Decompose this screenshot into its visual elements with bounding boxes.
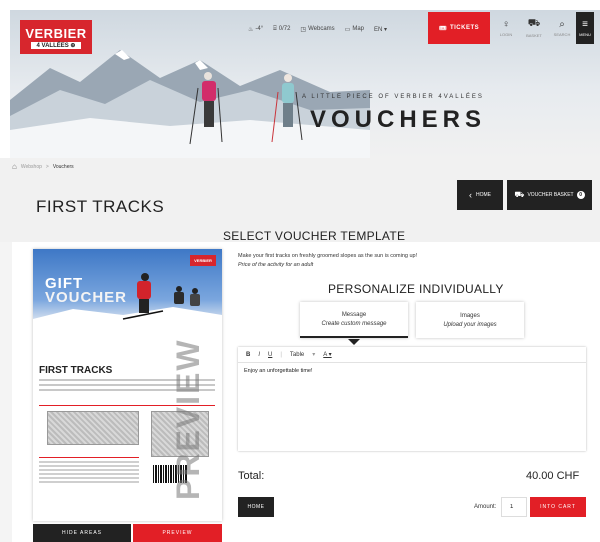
hero-title: VOUCHERS	[310, 106, 487, 133]
personalize-heading: PERSONALIZE INDIVIDUALLY	[328, 282, 504, 296]
tab-subtitle: Upload your images	[443, 321, 497, 328]
page-edge	[0, 242, 12, 542]
tab-title: Message	[341, 311, 367, 318]
chevron-left-icon: ‹	[469, 190, 472, 200]
voucher-description: Make your first tracks on freshly groome…	[238, 252, 417, 270]
breadcrumb: ⌂ Webshop > Vouchers	[12, 162, 74, 171]
skier-turquoise-illustration	[271, 74, 303, 143]
voucher-message-area[interactable]	[47, 411, 139, 445]
login-label: LOGIN	[499, 32, 513, 37]
language-selector[interactable]: EN ▾	[374, 26, 387, 33]
into-cart-button[interactable]: INTO CART	[530, 497, 586, 517]
voucher-basket-label: VOUCHER BASKET	[527, 192, 574, 198]
voucher-text: VOUCHER	[45, 289, 128, 306]
nav-map[interactable]: ▭ Map	[345, 26, 364, 33]
voucher-logo: VERBIER	[190, 255, 216, 266]
hamburger-icon: ≡	[582, 19, 588, 30]
basket-label: BASKET	[526, 33, 542, 38]
basket-button[interactable]: ⛟ BASKET	[520, 12, 548, 44]
message-text-area[interactable]: Enjoy an unforgettable time!	[238, 363, 586, 379]
tickets-label: TICKETS	[449, 25, 480, 31]
menu-button[interactable]: ≡ MENU	[576, 12, 594, 44]
ticket-icon: 🎟︎	[438, 25, 447, 32]
toolbar-separator: |	[280, 351, 282, 358]
logo-text: VERBIER	[25, 25, 87, 41]
editor-toolbar: B I U | Table ▾ A ▾	[238, 347, 586, 363]
breadcrumb-current: Vouchers	[52, 163, 74, 170]
voucher-product-name: FIRST TRACKS	[39, 365, 113, 376]
nav-label: Map	[352, 26, 365, 32]
thermometer-icon: ♨	[248, 26, 254, 33]
price-note: Price of the activity for an adult	[238, 262, 314, 268]
preview-button[interactable]: PREVIEW	[133, 524, 222, 542]
bold-button[interactable]: B	[246, 352, 250, 358]
underline-button[interactable]: U	[268, 352, 272, 358]
chevron-down-icon[interactable]: ▾	[312, 351, 315, 358]
verbier-logo[interactable]: VERBIER 4 VALLÉES ⊕	[20, 20, 92, 54]
tickets-button[interactable]: 🎟︎ TICKETS	[428, 12, 490, 44]
nav-label: 0/72	[278, 26, 291, 32]
breadcrumb-separator: >	[45, 163, 49, 170]
lift-icon: ⌸	[273, 25, 277, 32]
tab-images[interactable]: Images Upload your images	[416, 302, 524, 338]
amount-label: Amount:	[474, 504, 497, 510]
total-price: 40.00 CHF	[526, 470, 580, 482]
voucher-divider	[39, 457, 139, 458]
top-navigation: ♨ -4° ⌸ 0/72 ◳ Webcams ▭ Map EN ▾	[248, 14, 387, 44]
nav-label: -4°	[255, 26, 264, 32]
map-icon: ▭	[344, 26, 351, 33]
home-button-bottom[interactable]: HOME	[238, 497, 274, 517]
amount-input[interactable]	[501, 497, 527, 517]
italic-button[interactable]: I	[258, 352, 260, 358]
select-template-heading: SELECT VOUCHER TEMPLATE	[223, 229, 406, 243]
skier-pink-illustration	[189, 72, 223, 145]
search-button[interactable]: ⌕ SEARCH	[548, 12, 576, 44]
preview-watermark: PREVIEW	[170, 338, 206, 500]
home-icon[interactable]: ⌂	[12, 162, 17, 171]
active-tab-indicator	[348, 339, 360, 345]
menu-label: MENU	[579, 32, 591, 37]
user-icon: ♀	[502, 19, 510, 30]
nav-label: EN ▾	[374, 26, 388, 33]
hide-areas-button[interactable]: HIDE AREAS	[33, 524, 131, 542]
style-select[interactable]: Table	[290, 352, 304, 358]
voucher-fine-print	[39, 461, 139, 485]
home-label: HOME	[476, 192, 491, 198]
page-title: FIRST TRACKS	[36, 197, 165, 216]
text-color-button[interactable]: A ▾	[323, 351, 331, 358]
account-icons: ♀ LOGIN ⛟ BASKET ⌕ SEARCH ≡ MENU	[492, 12, 594, 44]
logo-subtext: 4 VALLÉES ⊕	[30, 41, 82, 49]
nav-temperature[interactable]: ♨ -4°	[248, 26, 263, 33]
nav-lifts[interactable]: ⌸ 0/72	[273, 26, 290, 33]
search-icon: ⌕	[559, 19, 565, 30]
tab-title: Images	[460, 312, 480, 319]
tab-message[interactable]: Message Create custom message	[300, 302, 408, 338]
basket-count-badge: 0	[576, 191, 585, 199]
hero-subtitle: A LITTLE PIECE OF VERBIER 4VALLÉES	[302, 94, 484, 100]
cart-icon: ⛟	[527, 18, 541, 29]
tab-subtitle: Create custom message	[321, 320, 387, 327]
message-editor: B I U | Table ▾ A ▾ Enjoy an unforgettab…	[238, 347, 586, 451]
voucher-gift-title: GIFT VOUCHER	[45, 276, 128, 306]
breadcrumb-webshop[interactable]: Webshop	[21, 164, 42, 170]
home-button-top[interactable]: ‹ HOME	[457, 180, 503, 210]
nav-label: Webcams	[308, 26, 335, 32]
total-label: Total:	[238, 470, 265, 482]
cart-icon: ⛟	[514, 190, 525, 199]
voucher-basket-button[interactable]: ⛟ VOUCHER BASKET 0	[507, 180, 592, 210]
login-button[interactable]: ♀ LOGIN	[492, 12, 520, 44]
search-label: SEARCH	[553, 32, 571, 37]
nav-webcams[interactable]: ◳ Webcams	[300, 26, 334, 33]
webcam-icon: ◳	[300, 26, 307, 33]
description-text: Make your first tracks on freshly groome…	[238, 253, 418, 259]
